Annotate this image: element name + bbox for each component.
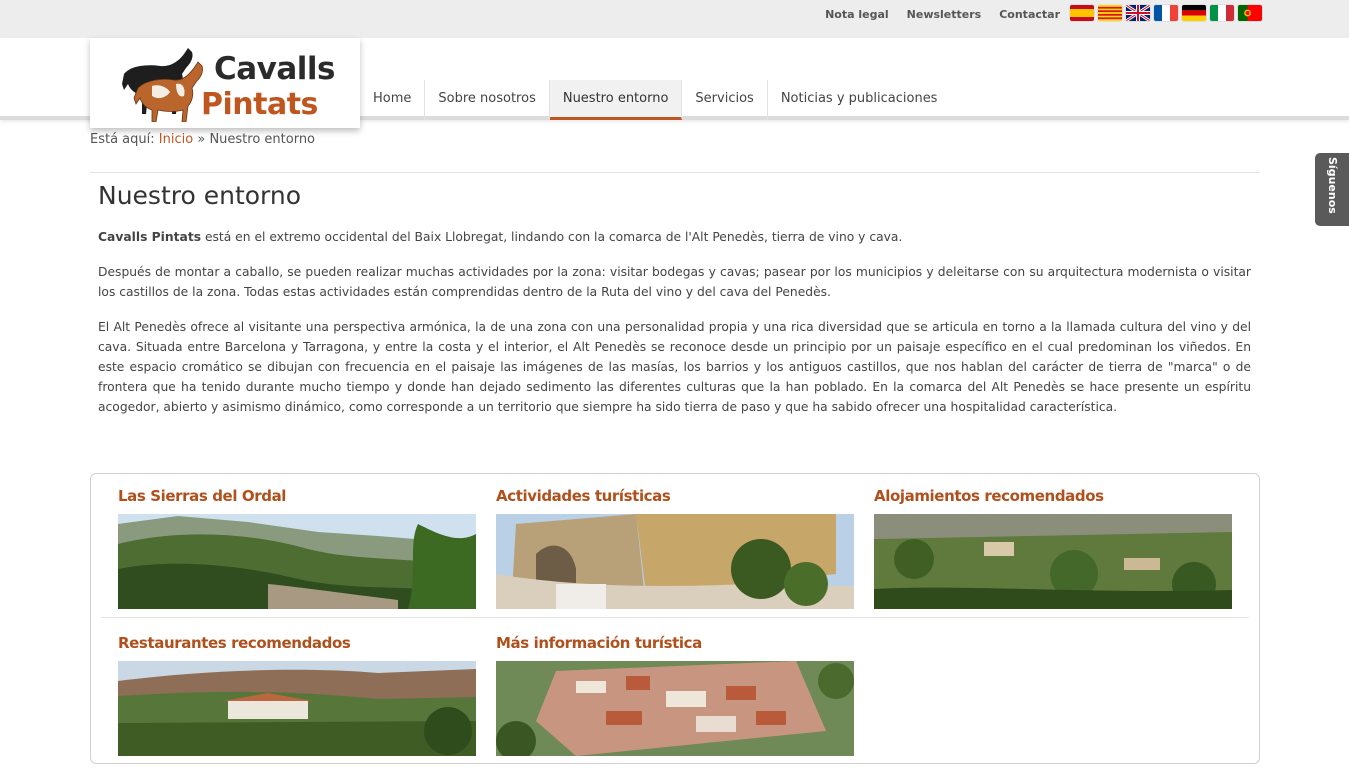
nav-home[interactable]: Home: [360, 80, 426, 120]
german-flag-icon[interactable]: [1182, 5, 1206, 21]
breadcrumb: Está aquí: Inicio » Nuestro entorno: [90, 132, 315, 147]
breadcrumb-current: Nuestro entorno: [209, 132, 316, 147]
intro-text: está en el extremo occidental del Baix L…: [201, 230, 903, 244]
card-image-countryside[interactable]: [874, 514, 1232, 609]
language-switcher: [1070, 5, 1262, 21]
nav-our-surroundings[interactable]: Nuestro entorno: [549, 80, 683, 120]
card-image-village[interactable]: [496, 661, 854, 756]
italian-flag-icon[interactable]: [1210, 5, 1234, 21]
main-navigation: Home Sobre nosotros Nuestro entorno Serv…: [360, 80, 950, 120]
card-title[interactable]: Restaurantes recomendados: [118, 633, 476, 661]
tourism-cards-panel: Las Sierras del Ordal Actividades turíst…: [90, 473, 1260, 764]
card-title[interactable]: Alojamientos recomendados: [874, 486, 1232, 514]
nav-services[interactable]: Servicios: [682, 80, 768, 120]
intro-brand: Cavalls Pintats: [98, 230, 202, 244]
card-title[interactable]: Actividades turísticas: [496, 486, 854, 514]
logo-title-line1: Cavalls: [214, 51, 336, 87]
top-utility-bar: Nota legal Newsletters Contactar: [0, 0, 1349, 38]
card-title[interactable]: Más información turística: [496, 633, 854, 661]
card-more-tourist-info: Más información turística: [496, 633, 854, 756]
logo-title-line2: Pintats: [201, 87, 318, 122]
french-flag-icon[interactable]: [1154, 5, 1178, 21]
card-image-castle[interactable]: [496, 514, 854, 609]
breadcrumb-separator: »: [197, 132, 206, 147]
penedes-paragraph: El Alt Penedès ofrece al visitante una p…: [98, 320, 1251, 414]
activities-paragraph: Después de montar a caballo, se pueden r…: [98, 265, 1251, 299]
card-title[interactable]: Las Sierras del Ordal: [118, 486, 476, 514]
card-image-mountains[interactable]: [118, 514, 476, 609]
panel-divider: [101, 617, 1249, 618]
page-title: Nuestro entorno: [98, 181, 302, 210]
card-recommended-lodging: Alojamientos recomendados: [874, 486, 1232, 609]
spanish-flag-icon[interactable]: [1070, 5, 1094, 21]
card-tourist-activities: Actividades turísticas: [496, 486, 854, 609]
portuguese-flag-icon[interactable]: [1238, 5, 1262, 21]
card-sierras-ordal: Las Sierras del Ordal: [118, 486, 476, 609]
nav-news-publications[interactable]: Noticias y publicaciones: [768, 80, 951, 120]
card-image-vineyard-house[interactable]: [118, 661, 476, 756]
content-divider: [90, 172, 1260, 173]
breadcrumb-home-link[interactable]: Inicio: [159, 132, 193, 147]
utility-links: Nota legal Newsletters Contactar: [825, 8, 1060, 22]
nav-about-us[interactable]: Sobre nosotros: [425, 80, 550, 120]
breadcrumb-prefix: Está aquí:: [90, 132, 155, 147]
site-logo[interactable]: Cavalls Pintats: [90, 38, 360, 128]
follow-us-label: Síguenos: [1326, 157, 1339, 214]
legal-note-link[interactable]: Nota legal: [825, 8, 889, 22]
intro-paragraph: Cavalls Pintats está en el extremo occid…: [98, 227, 1251, 247]
uk-flag-icon[interactable]: [1126, 5, 1150, 21]
catalan-flag-icon[interactable]: [1098, 5, 1122, 21]
contact-link[interactable]: Contactar: [999, 8, 1060, 22]
follow-us-tab[interactable]: Síguenos: [1315, 153, 1349, 226]
newsletters-link[interactable]: Newsletters: [907, 8, 982, 22]
card-recommended-restaurants: Restaurantes recomendados: [118, 633, 476, 756]
